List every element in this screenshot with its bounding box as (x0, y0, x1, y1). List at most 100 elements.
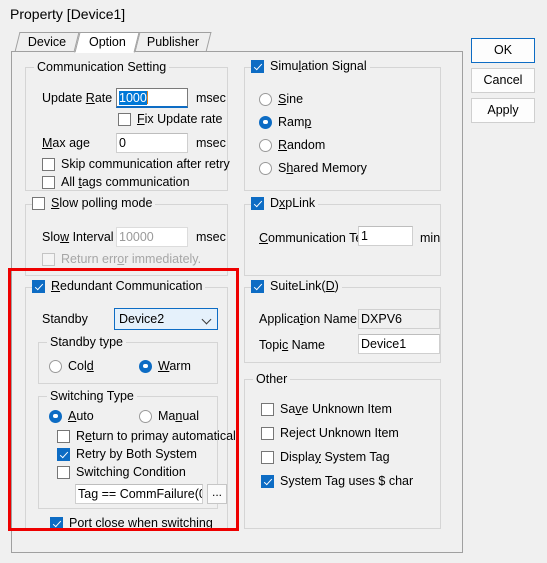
display-system-tag-label: Display System Tag (280, 450, 390, 464)
update-rate-input[interactable]: 1000 (116, 88, 188, 108)
slow-interval-unit: msec (196, 230, 226, 244)
radio-circle (259, 115, 272, 129)
simulation-random-label: Random (278, 138, 326, 152)
simulation-random-radio[interactable]: Random (259, 138, 325, 152)
communication-term-input[interactable]: 1 (358, 226, 413, 246)
slow-polling-checkbox[interactable]: Slow polling mode (32, 196, 152, 210)
max-age-label: Max age (42, 136, 90, 150)
redundant-header[interactable]: Redundant Communication (32, 279, 206, 293)
radio-circle (139, 409, 152, 423)
port-close-label: Port close when switching (69, 516, 213, 530)
suitelink-checkbox[interactable]: SuiteLink(D) (251, 279, 339, 293)
checkbox-box (32, 196, 45, 210)
redundant-communication-checkbox[interactable]: Redundant Communication (32, 279, 202, 293)
tab-device[interactable]: Device (14, 32, 80, 52)
slow-interval-input[interactable]: 10000 (116, 227, 188, 247)
checkbox-box (261, 402, 274, 416)
save-unknown-item-label: Save Unknown Item (280, 402, 392, 416)
simulation-signal-title: Simulation Signal (270, 59, 367, 73)
all-tags-communication-label: All tags communication (61, 175, 190, 189)
save-unknown-item-checkbox[interactable]: Save Unknown Item (261, 402, 392, 416)
simulation-shared-memory-label: Shared Memory (278, 161, 367, 175)
topic-name-label: Topic Name (259, 338, 326, 352)
simulation-ramp-label: Ramp (278, 115, 312, 129)
standby-type-cold-radio[interactable]: Cold (49, 359, 94, 373)
standby-label: Standby (42, 312, 88, 326)
dxplink-title: DxpLink (270, 196, 316, 210)
system-tag-dollar-checkbox[interactable]: System Tag uses $ char (261, 474, 413, 488)
standby-type-cold-label: Cold (68, 359, 94, 373)
simulation-sine-radio[interactable]: Sine (259, 92, 303, 106)
chevron-down-icon (203, 316, 210, 323)
skip-communication-label: Skip communication after retry (61, 157, 230, 171)
communication-term-unit: min (420, 231, 441, 245)
ok-button[interactable]: OK (471, 38, 535, 63)
return-primary-checkbox[interactable]: Return to primay automatical (57, 429, 236, 443)
switching-manual-radio[interactable]: Manual (139, 409, 199, 423)
simulation-sine-label: Sine (278, 92, 304, 106)
radio-circle (259, 138, 272, 152)
reject-unknown-item-checkbox[interactable]: Reject Unknown Item (261, 426, 399, 440)
display-system-tag-checkbox[interactable]: Display System Tag (261, 450, 390, 464)
redundant-communication-group: Redundant Communication Standby Device2 … (25, 279, 236, 530)
return-error-label: Return error immediately. (61, 252, 202, 266)
suitelink-title: SuiteLink(D) (270, 279, 339, 293)
dxplink-checkbox[interactable]: DxpLink (251, 196, 315, 210)
simulation-ramp-radio[interactable]: Ramp (259, 115, 311, 129)
fix-update-rate-checkbox[interactable]: Fix Update rate (118, 112, 222, 126)
redundant-communication-title: Redundant Communication (51, 279, 203, 293)
simulation-signal-checkbox[interactable]: Simulation Signal (251, 59, 367, 73)
standby-type-warm-radio[interactable]: Warm (139, 359, 191, 373)
switching-condition-browse-button[interactable]: ... (207, 484, 227, 504)
tab-option[interactable]: Option (74, 32, 140, 53)
switching-auto-label: Auto (68, 409, 94, 423)
simulation-signal-header[interactable]: Simulation Signal (251, 59, 370, 73)
simulation-shared-memory-radio[interactable]: Shared Memory (259, 161, 367, 175)
standby-type-title: Standby type (47, 335, 126, 349)
checkbox-box (42, 252, 55, 266)
update-rate-label: Update Rate (42, 91, 113, 105)
retry-both-system-checkbox[interactable]: Retry by Both System (57, 447, 197, 461)
other-title: Other (253, 372, 291, 386)
switching-type-group: Switching Type Auto Manual Return to pri… (38, 389, 236, 509)
standby-value: Device2 (119, 312, 165, 326)
suitelink-group: SuiteLink(D) Application Name DXPV6 Topi… (244, 279, 441, 363)
switching-auto-radio[interactable]: Auto (49, 409, 94, 423)
checkbox-box (42, 175, 55, 189)
checkbox-box (57, 447, 70, 461)
checkbox-box (57, 429, 70, 443)
dxplink-header[interactable]: DxpLink (251, 196, 319, 210)
tab-publisher-label: Publisher (146, 35, 199, 49)
max-age-input[interactable]: 0 (116, 133, 188, 153)
fix-update-rate-label: Fix Update rate (137, 112, 223, 126)
switching-condition-checkbox[interactable]: Switching Condition (57, 465, 186, 479)
suitelink-header[interactable]: SuiteLink(D) (251, 279, 342, 293)
return-error-checkbox[interactable]: Return error immediately. (42, 252, 201, 266)
all-tags-communication-checkbox[interactable]: All tags communication (42, 175, 190, 189)
checkbox-box (251, 59, 264, 73)
radio-circle (259, 92, 272, 106)
standby-type-warm-label: Warm (158, 359, 191, 373)
other-group: Other Save Unknown Item Reject Unknown I… (244, 372, 441, 529)
port-close-checkbox[interactable]: Port close when switching (50, 516, 213, 530)
switching-condition-label: Switching Condition (76, 465, 186, 479)
radio-circle (49, 359, 62, 373)
cancel-button[interactable]: Cancel (471, 68, 535, 93)
skip-communication-checkbox[interactable]: Skip communication after retry (42, 157, 230, 171)
slow-polling-title: Slow polling mode (51, 196, 153, 210)
simulation-signal-group: Simulation Signal Sine Ramp Random Share… (244, 59, 441, 191)
switching-condition-input[interactable]: Tag == CommFailure(0x18) (75, 484, 203, 504)
slow-polling-header[interactable]: Slow polling mode (32, 196, 156, 210)
slow-polling-group: Slow polling mode Slow Interval 10000 ms… (25, 196, 228, 276)
checkbox-box (261, 474, 274, 488)
retry-both-system-label: Retry by Both System (76, 447, 197, 461)
apply-button[interactable]: Apply (471, 98, 535, 123)
switching-manual-label: Manual (158, 409, 200, 423)
checkbox-box (42, 157, 55, 171)
standby-combobox[interactable]: Device2 (114, 308, 218, 330)
reject-unknown-item-label: Reject Unknown Item (280, 426, 399, 440)
tab-publisher[interactable]: Publisher (134, 32, 212, 52)
topic-name-input[interactable]: Device1 (358, 334, 440, 354)
checkbox-box (251, 279, 264, 293)
tab-device-label: Device (27, 35, 66, 49)
